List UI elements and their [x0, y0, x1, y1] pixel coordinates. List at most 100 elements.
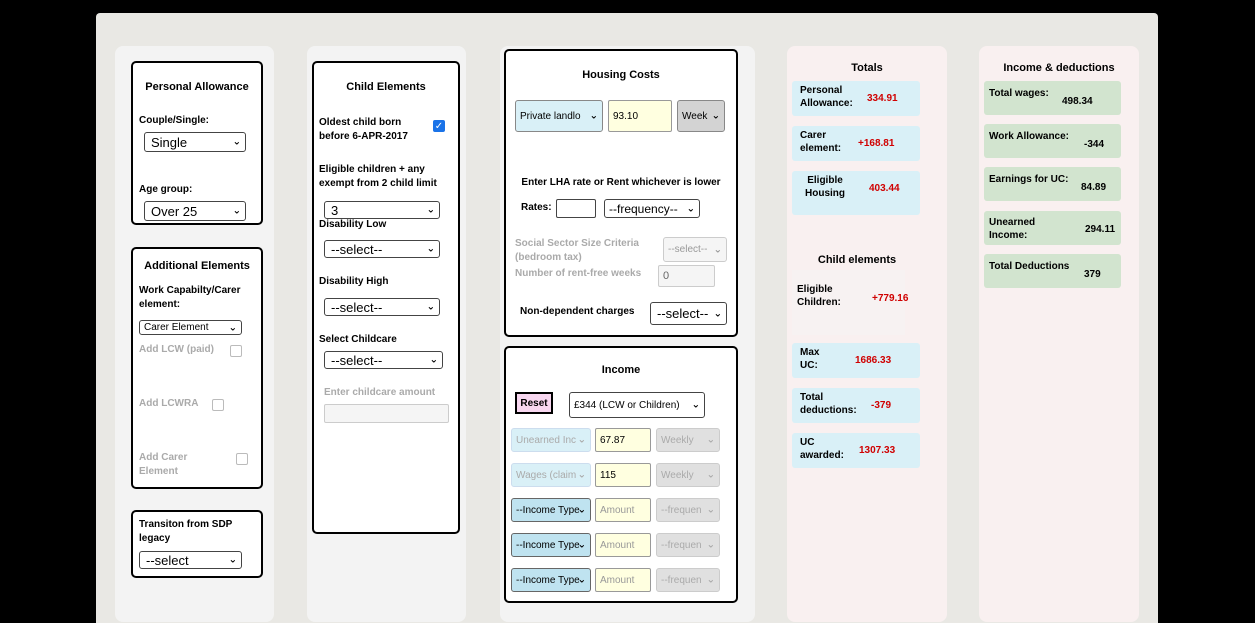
income-amount-value: 67.87: [600, 434, 626, 446]
couple-select[interactable]: Single ⌄: [144, 132, 246, 152]
disability-low-label: Disability Low: [319, 219, 387, 230]
total-deductions-label: Total Deductions: [989, 261, 1070, 272]
disability-high-select[interactable]: --select-- ⌄: [324, 298, 440, 316]
couple-select-value: Single: [151, 134, 188, 150]
unearned-income-label: Unearned Income:: [989, 217, 1036, 241]
chevron-down-icon: ⌄: [426, 301, 435, 313]
income-type-select[interactable]: --Income Type ⌄: [511, 533, 591, 557]
personal-allowance-total-label: Personal Allowance:: [800, 85, 853, 109]
transition-select[interactable]: --select ⌄: [139, 551, 242, 569]
nondep-value: --select--: [657, 306, 709, 321]
rentfree-input[interactable]: 0: [658, 265, 715, 287]
work-allowance-label: Work Allowance:: [989, 131, 1070, 142]
allowance-select[interactable]: £344 (LCW or Children) ⌄: [569, 392, 705, 418]
capability-select[interactable]: Carer Element ⌄: [139, 320, 242, 335]
carer-label: Add Carer Element: [139, 452, 188, 477]
income-type-select[interactable]: --Income Type ⌄: [511, 568, 591, 592]
transition-label: Transiton from SDP legacy: [139, 519, 233, 544]
chevron-down-icon: ⌄: [577, 504, 586, 516]
income-deductions-column: Income & deductions Total wages: 498.34 …: [979, 46, 1139, 622]
housing-costs-title: Housing Costs: [582, 69, 660, 81]
carer-checkbox[interactable]: [236, 453, 248, 465]
chevron-down-icon: ⌄: [691, 399, 700, 411]
unearned-income-card: Unearned Income: 294.11: [984, 211, 1121, 245]
income-frequency-select[interactable]: Weekly ⌄: [656, 428, 720, 452]
ssc-select[interactable]: --select-- ⌄: [663, 237, 727, 262]
income-amount-input[interactable]: Amount: [595, 568, 651, 592]
income-type-value: --Income Type: [516, 574, 580, 586]
income-amount-input[interactable]: 115: [595, 463, 651, 487]
lcw-label: Add LCW (paid): [139, 344, 214, 355]
eligible-housing-total-value: 403.44: [869, 183, 900, 194]
oldest-child-checkbox[interactable]: ✓: [433, 120, 445, 132]
income-type-select[interactable]: Unearned Inc ⌄: [511, 428, 591, 452]
income-frequency-select[interactable]: --frequen ⌄: [656, 568, 720, 592]
totals-column: Totals Personal Allowance: 334.91 Carer …: [787, 46, 947, 622]
lcw-checkbox[interactable]: [230, 345, 242, 357]
nondep-select[interactable]: --select-- ⌄: [650, 302, 727, 325]
eligible-children-select[interactable]: 3 ⌄: [324, 201, 440, 219]
personal-allowance-title: Personal Allowance: [145, 81, 249, 93]
column-housing-income: Housing Costs Private landlo ⌄ 93.10 Week…: [500, 46, 755, 622]
income-frequency-select[interactable]: Weekly ⌄: [656, 463, 720, 487]
eligible-children-label: Eligible children + any exempt from 2 ch…: [319, 164, 437, 189]
eligible-housing-total: Eligible Housing 403.44: [792, 171, 920, 215]
transition-panel: Transiton from SDP legacy --select ⌄: [131, 510, 263, 578]
chevron-down-icon: ⌄: [706, 539, 715, 551]
personal-allowance-panel: Personal Allowance Couple/Single: Single…: [131, 61, 263, 225]
rent-value: 93.10: [613, 110, 639, 122]
landlord-value: Private landlo: [520, 110, 581, 122]
rent-period-select[interactable]: Week ⌄: [677, 100, 725, 132]
income-frequency-select[interactable]: --frequen ⌄: [656, 533, 720, 557]
chevron-down-icon: ⌄: [577, 539, 586, 551]
income-amount-input[interactable]: Amount: [595, 498, 651, 522]
chevron-down-icon: ⌄: [232, 136, 241, 148]
income-frequency-select[interactable]: --frequen ⌄: [656, 498, 720, 522]
total-deductions-card: Total Deductions 379: [984, 254, 1121, 288]
rates-input[interactable]: [556, 199, 596, 218]
age-select[interactable]: Over 25 ⌄: [144, 201, 246, 221]
childcare-amount-input[interactable]: [324, 404, 449, 423]
unearned-income-value: 294.11: [1085, 224, 1116, 235]
income-type-select[interactable]: Wages (claim ⌄: [511, 463, 591, 487]
chevron-down-icon: ⌄: [577, 469, 586, 481]
income-type-select[interactable]: --Income Type ⌄: [511, 498, 591, 522]
column-child: Child Elements Oldest child born before …: [307, 46, 466, 622]
income-frequency-value: Weekly: [661, 469, 694, 481]
chevron-down-icon: ⌄: [228, 554, 237, 566]
childcare-amount-label: Enter childcare amount: [324, 387, 436, 398]
couple-label: Couple/Single:: [139, 115, 209, 126]
income-type-value: Wages (claim: [516, 469, 577, 481]
calculator-stage: Personal Allowance Couple/Single: Single…: [96, 13, 1158, 623]
total-deductions-total: Total deductions: -379: [792, 388, 920, 423]
max-uc-total-label: Max UC:: [800, 347, 820, 371]
chevron-down-icon: ⌄: [713, 244, 722, 255]
chevron-down-icon: ⌄: [711, 110, 720, 122]
additional-elements-title: Additional Elements: [144, 260, 250, 272]
child-elements-subtitle: Child elements: [817, 254, 897, 266]
reset-button[interactable]: Reset: [515, 392, 553, 414]
rentfree-value: 0: [663, 270, 670, 282]
chevron-down-icon: ⌄: [577, 434, 586, 446]
income-type-value: Unearned Inc: [516, 434, 577, 446]
disability-high-value: --select--: [331, 299, 383, 315]
rates-frequency-select[interactable]: --frequency-- ⌄: [604, 199, 700, 218]
landlord-select[interactable]: Private landlo ⌄: [515, 100, 603, 132]
chevron-down-icon: ⌄: [577, 574, 586, 586]
chevron-down-icon: ⌄: [706, 504, 715, 516]
income-frequency-value: --frequen: [661, 539, 702, 551]
nondep-label: Non-dependent charges: [520, 306, 635, 317]
income-title: Income: [601, 364, 641, 376]
capability-label: Work Capabilty/Carer element:: [139, 285, 241, 310]
childcare-select[interactable]: --select-- ⌄: [324, 351, 443, 369]
income-amount-input[interactable]: 67.87: [595, 428, 651, 452]
earnings-label: Earnings for UC:: [989, 174, 1069, 185]
earnings-value: 84.89: [1081, 182, 1107, 193]
lcwra-checkbox[interactable]: [212, 399, 224, 411]
disability-low-select[interactable]: --select-- ⌄: [324, 240, 440, 258]
rent-input[interactable]: 93.10: [608, 100, 672, 132]
total-wages-card: Total wages: 498.34: [984, 81, 1121, 115]
chevron-down-icon: ⌄: [706, 469, 715, 481]
income-amount-input[interactable]: Amount: [595, 533, 651, 557]
income-frequency-value: --frequen: [661, 504, 702, 516]
